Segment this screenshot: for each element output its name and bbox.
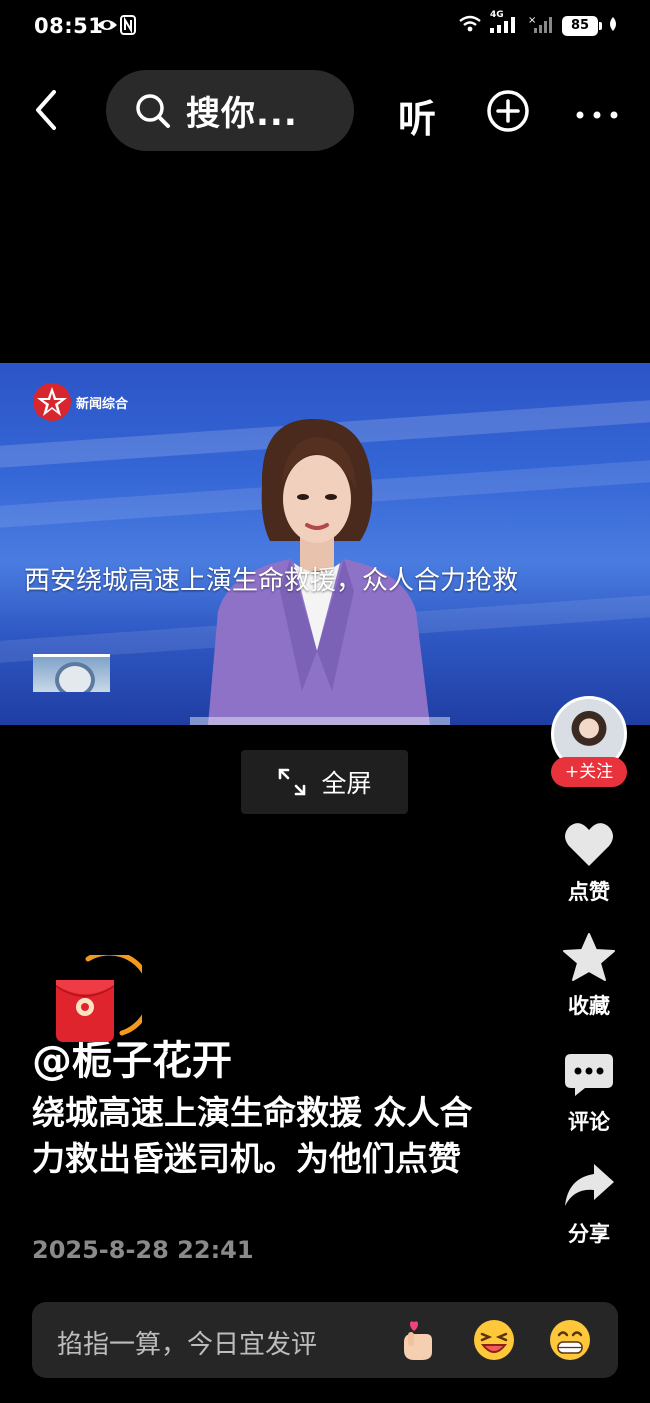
cellular-signal-2-icon: × (528, 14, 556, 38)
cellular-signal-icon: 4G (488, 10, 522, 38)
grinning-emoji-icon[interactable] (548, 1318, 592, 1362)
plus-circle-icon (487, 90, 529, 132)
comment-button[interactable]: 评论 (558, 1050, 620, 1136)
comment-bubble-icon (565, 1054, 613, 1096)
share-button[interactable]: 分享 (558, 1160, 620, 1248)
post-timestamp: 2025-8-28 22:41 (32, 1236, 254, 1264)
video-player[interactable]: 新闻综合 西安绕城高速上演生命救援，众人合力抢救 (0, 363, 650, 725)
search-query: 搜你... (186, 94, 298, 134)
channel-logo: 新闻综合 (32, 382, 128, 422)
red-packet-button[interactable] (50, 950, 153, 1047)
back-button[interactable] (22, 86, 70, 134)
share-arrow-icon (565, 1164, 614, 1206)
network-type: 4G (490, 10, 504, 20)
channel-name: 新闻综合 (76, 396, 129, 412)
follow-button[interactable]: +关注 (551, 757, 627, 787)
star-icon (563, 933, 615, 981)
fullscreen-button[interactable]: 全屏 (241, 750, 408, 814)
leaf-icon (608, 16, 618, 36)
comment-input[interactable]: 掐指一算，今日宜发评 (32, 1302, 618, 1378)
wifi-icon (458, 15, 482, 37)
like-button[interactable]: 点赞 (558, 820, 620, 906)
favorite-button[interactable]: 收藏 (558, 932, 620, 1020)
status-time: 08:51 (34, 14, 104, 38)
video-headline: 西安绕城高速上演生命救援，众人合力抢救 (24, 566, 519, 596)
more-button[interactable] (575, 105, 619, 124)
more-dots-icon (576, 111, 618, 119)
comment-label: 评论 (568, 1110, 610, 1134)
battery-indicator: 85 (562, 16, 602, 36)
add-button[interactable] (486, 89, 530, 137)
news-anchor-figure (190, 418, 450, 725)
status-bar: 08:51 4G × 85 (0, 0, 650, 54)
listen-button[interactable]: 听 (398, 88, 436, 143)
video-thumbnail (33, 654, 110, 692)
expand-icon (279, 768, 306, 796)
share-label: 分享 (568, 1222, 610, 1246)
search-bar[interactable]: 搜你... (106, 70, 354, 151)
eye-icon (96, 17, 118, 37)
like-label: 点赞 (568, 880, 610, 904)
svg-text:×: × (528, 15, 536, 26)
fullscreen-label: 全屏 (321, 769, 372, 798)
heart-icon (565, 823, 613, 866)
post-caption: 绕城高速上演生命救援 众人合力救出昏迷司机。为他们点赞 (32, 1093, 473, 1178)
chevron-left-icon (36, 90, 56, 130)
red-envelope-icon (56, 950, 153, 1042)
comment-placeholder: 掐指一算，今日宜发评 (57, 1330, 318, 1360)
favorite-label: 收藏 (568, 994, 610, 1018)
finger-heart-emoji-icon[interactable] (398, 1318, 442, 1362)
search-icon (136, 93, 170, 128)
star-logo-icon (33, 383, 71, 421)
laughing-emoji-icon[interactable] (472, 1318, 516, 1362)
nfc-icon (120, 15, 136, 39)
